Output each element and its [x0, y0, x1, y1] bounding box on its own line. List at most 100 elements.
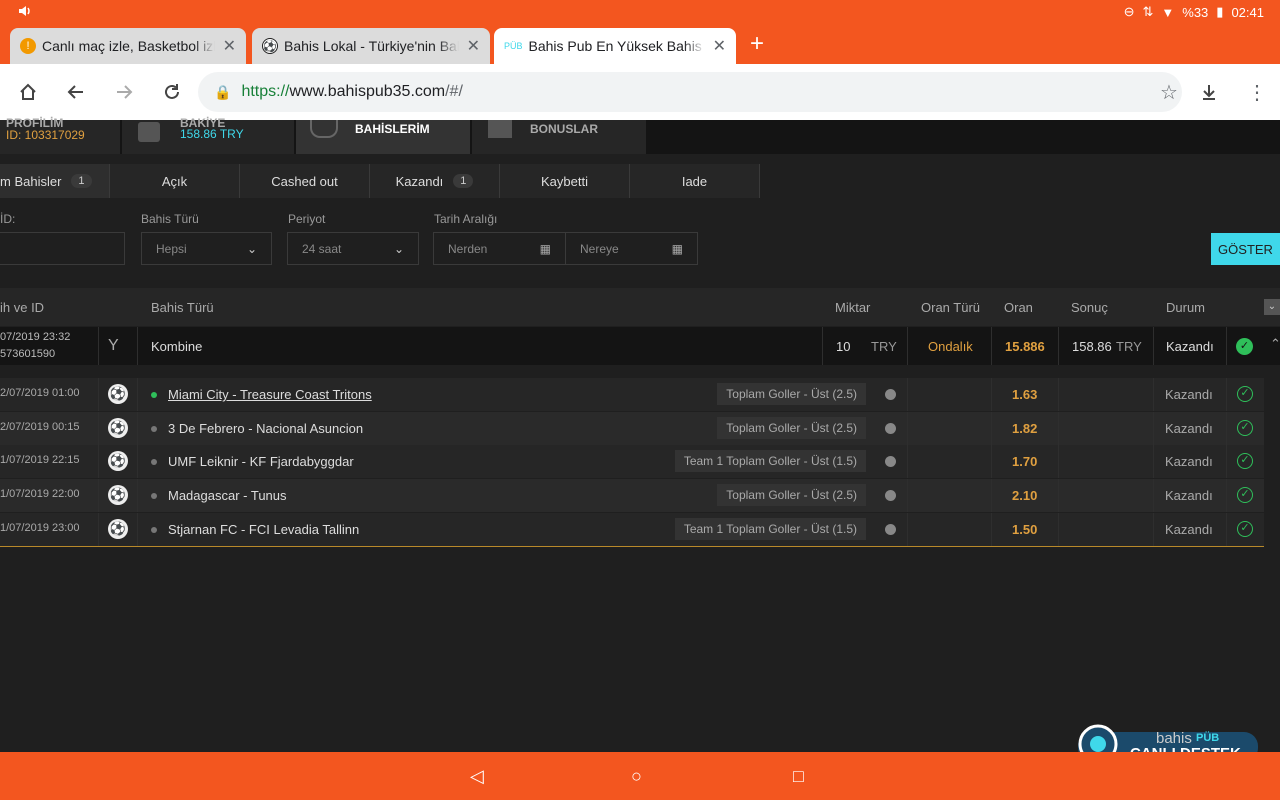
bet-filter-tabs: m Bahisler 1 Açık Cashed out Kazandı 1 K… [0, 164, 760, 198]
tab-title: Canlı maç izle, Basketbol izle, [42, 38, 215, 54]
bet-status: Kazandı [1166, 339, 1214, 354]
nav-bonuses-label: BONUSLAR [530, 122, 598, 136]
selection-odds: 1.63 [1012, 387, 1038, 402]
bet-type-select[interactable]: Hepsi ⌄ [141, 232, 272, 265]
back-nav-icon[interactable]: ◁ [470, 766, 484, 787]
tab-label: m Bahisler [0, 173, 62, 189]
bet-type: Kombine [151, 339, 203, 354]
tab-strip: ! Canlı maç izle, Basketbol izle, ✕ ⚽ Ba… [0, 24, 1280, 64]
browser-tab-3[interactable]: PÜB Bahis Pub En Yüksek Bahis O ✕ [494, 28, 736, 64]
tab-all-bets[interactable]: m Bahisler 1 [0, 164, 110, 198]
selection-odds: 1.70 [1012, 454, 1038, 469]
show-button[interactable]: GÖSTER [1211, 233, 1280, 265]
url-protocol: https:// [241, 83, 290, 100]
collapse-icon[interactable]: ⌃ [1270, 336, 1280, 352]
browser-toolbar: 🔒 https:// www.bahispub35.com /#/ ☆ ⋮ [0, 64, 1280, 120]
status-dot-icon [151, 527, 157, 533]
date-from-input[interactable]: Nerden ▦ [433, 232, 566, 265]
soccer-ball-icon: ⚽ [108, 451, 128, 471]
nav-my-bets[interactable]: BAHİSLERİM [296, 120, 470, 154]
tab-label: Iade [681, 173, 708, 189]
live-support-button[interactable]: bahis PÜB CANLI DESTEK [1078, 718, 1258, 752]
profile-id: ID: 103317029 [6, 128, 85, 142]
account-nav: PROFİLİM ID: 103317029 BAKİYE 158.86 TRY… [0, 116, 1280, 154]
warning-favicon-icon: ! [20, 38, 36, 54]
stats-icon[interactable] [885, 456, 896, 467]
chevron-down-icon: ⌄ [246, 241, 257, 256]
status-dot-icon [151, 493, 157, 499]
check-circle-icon: ✓ [1237, 420, 1253, 436]
check-circle-icon: ✓ [1237, 487, 1253, 503]
stats-icon[interactable] [885, 524, 896, 535]
tab-open[interactable]: Açık [110, 164, 240, 198]
status-bar: ⊖ ⇅ ▼ %33 ▮ 02:41 [0, 0, 1280, 24]
support-brand-accent: PÜB [1196, 732, 1220, 744]
selection-row: 1/07/2019 23:00 ⚽ Stjarnan FC - FCI Leva… [0, 513, 1264, 546]
tab-label: Kaybetti [541, 173, 588, 189]
combo-icon: Y [108, 337, 119, 354]
forward-icon[interactable] [112, 80, 136, 104]
col-status: Durum [1166, 300, 1206, 315]
bet-currency: TRY [871, 339, 897, 354]
tab-label: Açık [161, 173, 188, 189]
tab-won[interactable]: Kazandı 1 [370, 164, 500, 198]
wifi-icon: ▼ [1161, 4, 1175, 20]
close-tab-icon[interactable]: ✕ [223, 36, 236, 56]
address-bar[interactable]: 🔒 https:// www.bahispub35.com /#/ [198, 72, 1182, 112]
soccer-ball-icon: ⚽ [108, 418, 128, 438]
close-tab-icon[interactable]: ✕ [467, 36, 480, 56]
tab-title: Bahis Pub En Yüksek Bahis O [528, 38, 705, 54]
nav-profile[interactable]: PROFİLİM ID: 103317029 [0, 116, 120, 154]
market-label: Toplam Goller - Üst (2.5) [717, 417, 866, 439]
reload-icon[interactable] [160, 80, 184, 104]
chevron-down-icon: ⌄ [393, 241, 404, 256]
stats-icon[interactable] [885, 490, 896, 501]
bets-table-header: ih ve ID Bahis Türü Miktar Oran Türü Ora… [0, 288, 1280, 326]
match-name: Stjarnan FC - FCI Levadia Tallinn [168, 522, 360, 537]
data-arrows-icon: ⇅ [1142, 4, 1154, 19]
match-link[interactable]: Miami City - Treasure Coast Tritons [168, 387, 372, 402]
home-icon[interactable] [16, 80, 40, 104]
tab-label: Kazandı [395, 173, 444, 189]
bet-type-value: Hepsi [156, 241, 187, 256]
tab-refund[interactable]: Iade [630, 164, 760, 198]
selection-status: Kazandı [1165, 522, 1213, 537]
gift-icon [488, 120, 512, 138]
nav-bonuses[interactable]: BONUSLAR [472, 120, 646, 154]
home-nav-icon[interactable]: ○ [631, 766, 642, 787]
nav-balance[interactable]: BAKİYE 158.86 TRY [122, 116, 294, 154]
row-divider [0, 546, 1264, 547]
close-tab-icon[interactable]: ✕ [713, 36, 726, 56]
browser-tab-1[interactable]: ! Canlı maç izle, Basketbol izle, ✕ [10, 28, 246, 64]
count-badge: 1 [71, 174, 92, 188]
period-select[interactable]: 24 saat ⌄ [287, 232, 419, 265]
date-to-input[interactable]: Nereye ▦ [565, 232, 698, 265]
check-circle-icon: ✓ [1237, 453, 1253, 469]
browser-tab-2[interactable]: ⚽ Bahis Lokal - Türkiye'nin Bahi ✕ [252, 28, 490, 64]
bookmark-star-icon[interactable]: ☆ [1157, 80, 1181, 104]
download-icon[interactable] [1197, 80, 1221, 104]
new-tab-button[interactable]: + [750, 30, 764, 58]
selection-status: Kazandı [1165, 454, 1213, 469]
match-name: 3 De Febrero - Nacional Asuncion [168, 421, 364, 436]
stats-icon[interactable] [885, 423, 896, 434]
tab-lost[interactable]: Kaybetti [500, 164, 630, 198]
menu-icon[interactable]: ⋮ [1245, 80, 1269, 104]
selection-date: 2/07/2019 00:15 [0, 421, 80, 433]
period-label: Periyot [288, 212, 326, 226]
selection-odds: 2.10 [1012, 488, 1038, 503]
expand-all-icon[interactable]: ⌄ [1264, 299, 1280, 315]
selection-date: 1/07/2019 23:00 [0, 522, 80, 534]
recents-nav-icon[interactable]: □ [793, 766, 804, 787]
bet-result: 158.86 [1072, 339, 1112, 354]
market-label: Toplam Goller - Üst (2.5) [717, 484, 866, 506]
wallet-icon [138, 122, 160, 142]
bet-row[interactable]: 07/2019 23:32 573601590 Y Kombine 10 TRY… [0, 327, 1280, 365]
stats-icon[interactable] [885, 389, 896, 400]
selection-row: 2/07/2019 00:15 ⚽ 3 De Febrero - Naciona… [0, 412, 1264, 445]
selection-status: Kazandı [1165, 421, 1213, 436]
back-icon[interactable] [64, 80, 88, 104]
match-name: Madagascar - Tunus [168, 488, 287, 503]
bet-id-input[interactable] [0, 232, 125, 265]
tab-cashed-out[interactable]: Cashed out [240, 164, 370, 198]
